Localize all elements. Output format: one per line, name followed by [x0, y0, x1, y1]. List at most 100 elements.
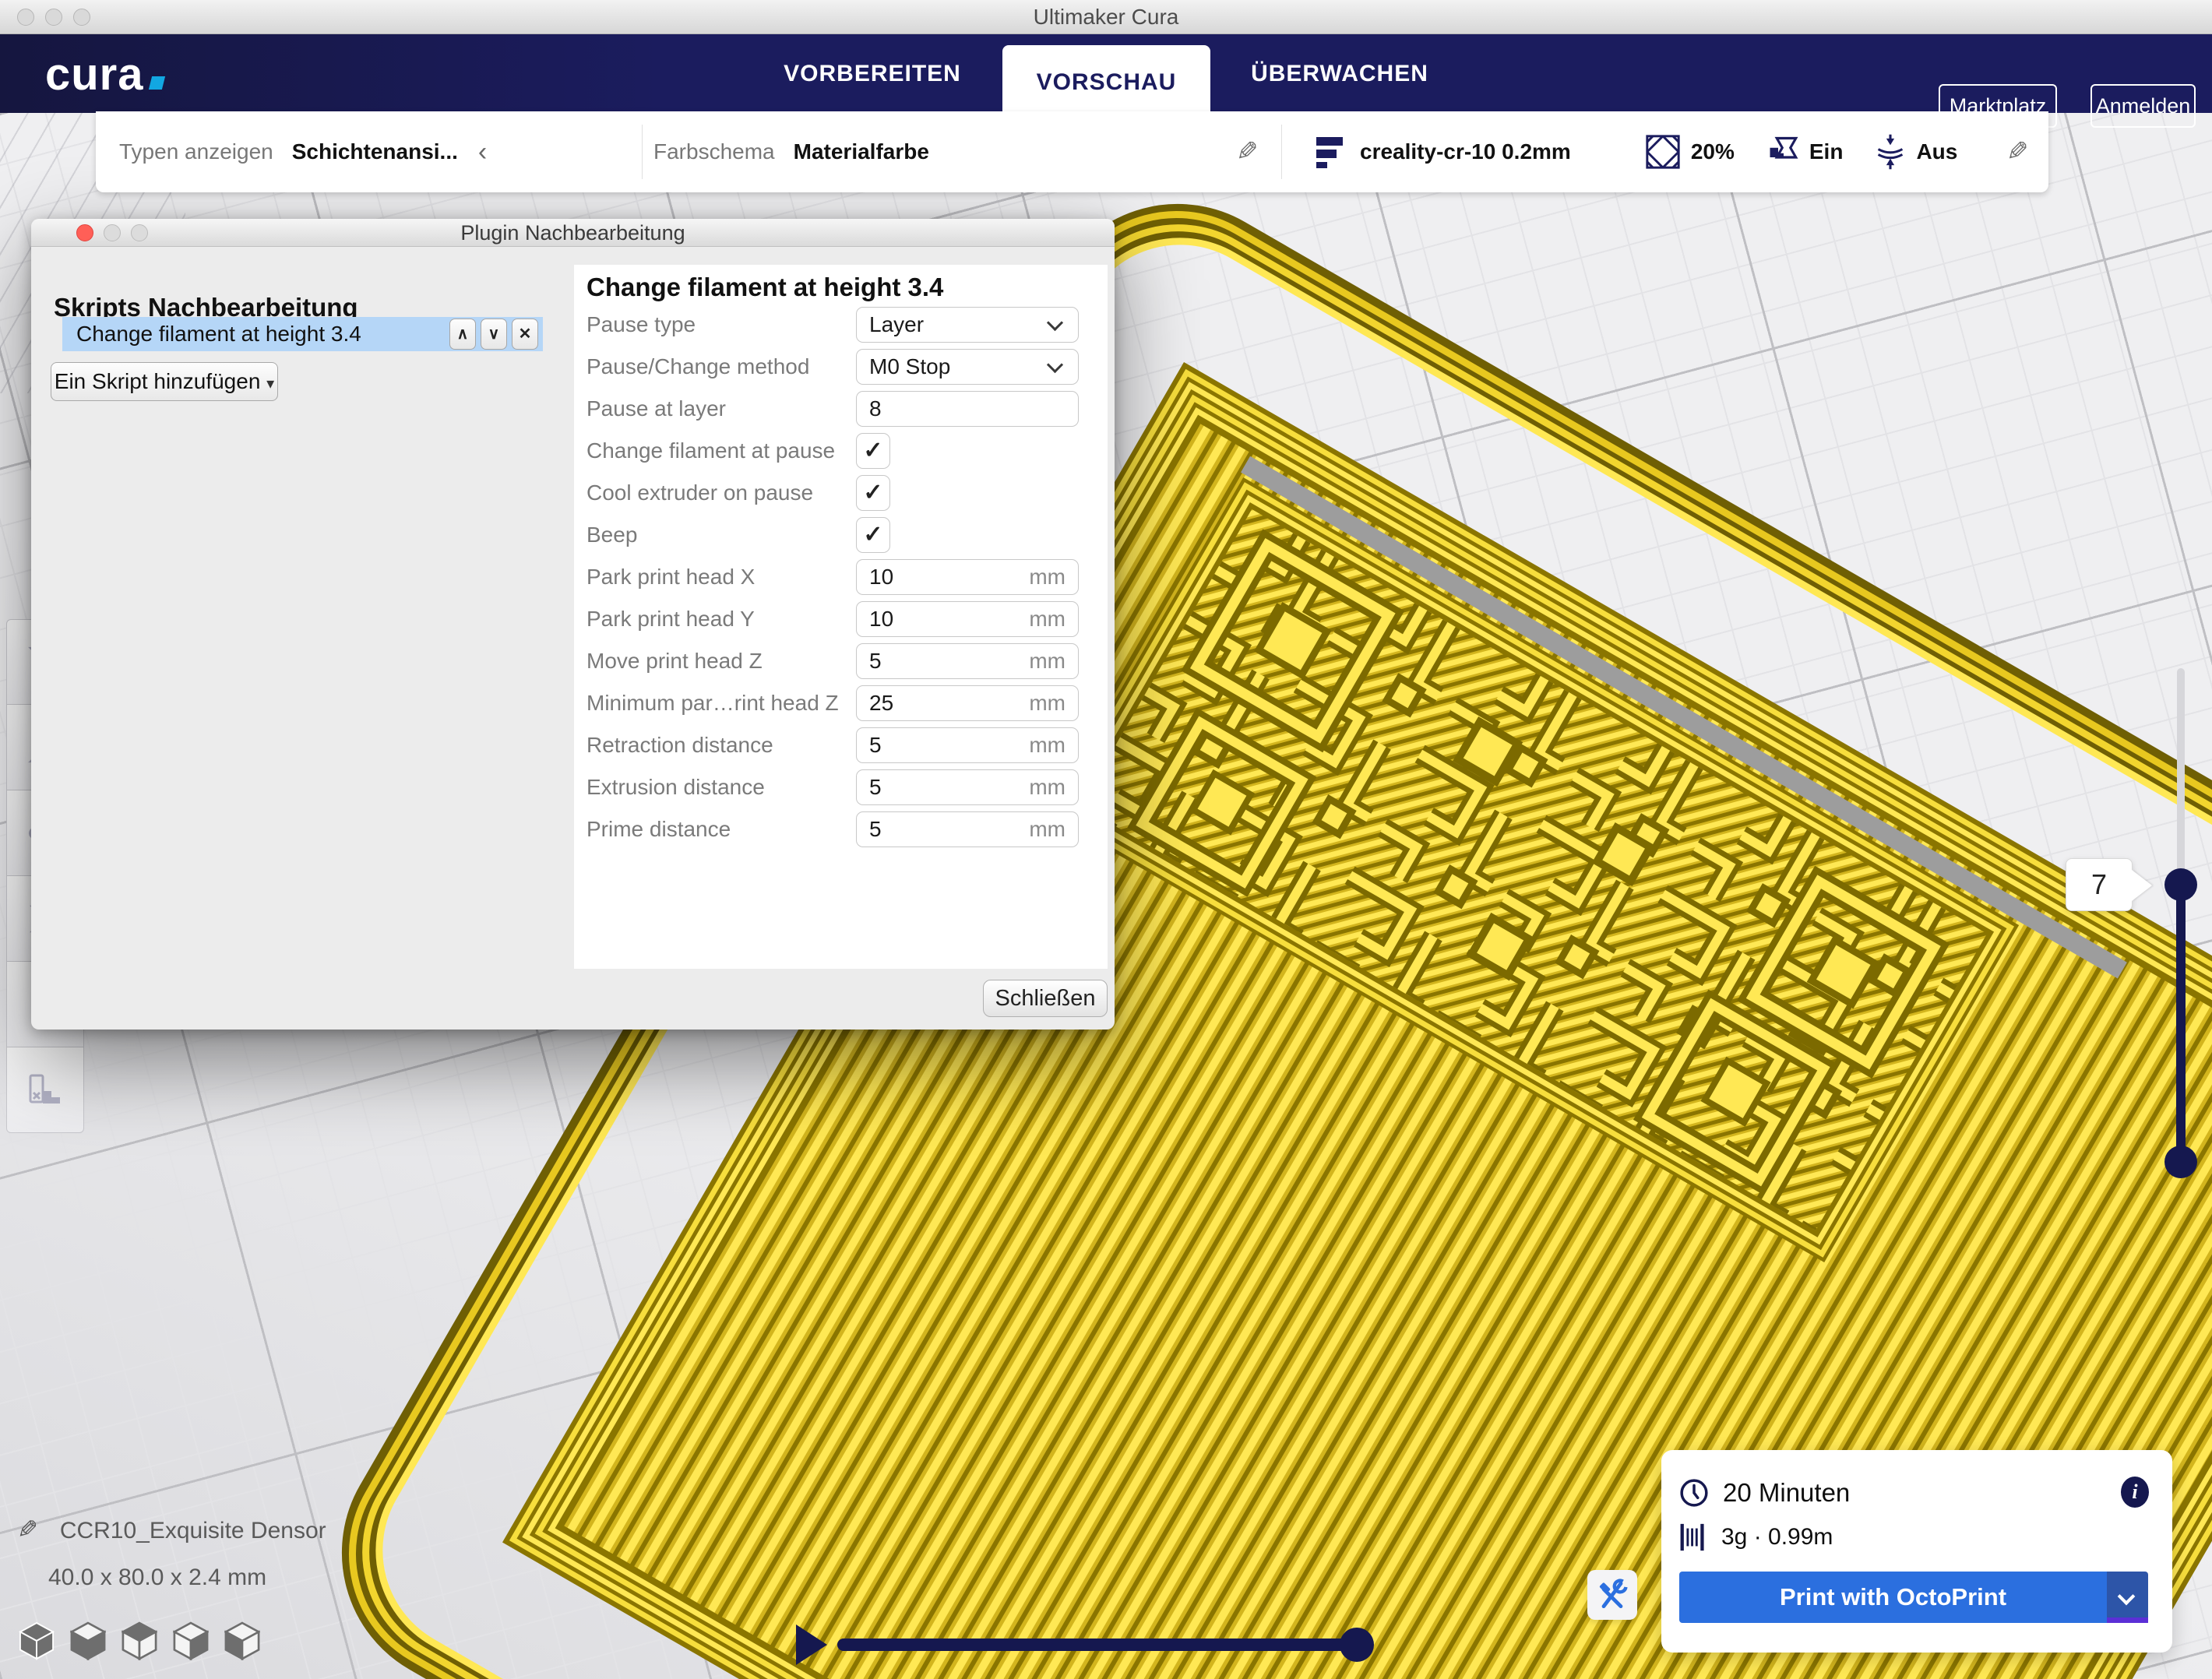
- script-list-item-selected[interactable]: Change filament at height 3.4 ∧ ∨ ✕: [62, 317, 543, 351]
- field-label: Pause at layer: [586, 396, 856, 421]
- print-options-dropdown[interactable]: [2107, 1572, 2148, 1623]
- layer-number-tooltip: 7: [2066, 858, 2133, 911]
- view-top-icon[interactable]: [122, 1621, 157, 1660]
- field-label: Change filament at pause: [586, 438, 856, 463]
- field-value: 5: [869, 770, 882, 804]
- form-row: Park print head Y10mm: [586, 601, 1093, 637]
- tab-prepare[interactable]: VORBEREITEN: [779, 34, 966, 113]
- field-value: 5: [869, 728, 882, 762]
- move-script-up-button[interactable]: ∧: [449, 319, 476, 350]
- number-input[interactable]: 10mm: [856, 559, 1079, 595]
- view-front-icon[interactable]: [70, 1621, 106, 1660]
- dropdown-select[interactable]: Layer: [856, 307, 1079, 343]
- number-input[interactable]: 10mm: [856, 601, 1079, 637]
- dialog-titlebar[interactable]: Plugin Nachbearbeitung: [31, 219, 1115, 247]
- main-header: cura VORBEREITEN VORSCHAU ÜBERWACHEN Mar…: [0, 34, 2212, 113]
- edit-view-pencil-icon[interactable]: ✎: [1236, 136, 1259, 167]
- edit-print-settings-pencil-icon[interactable]: ✎: [2006, 136, 2029, 167]
- number-input[interactable]: 8: [856, 391, 1079, 427]
- script-name: Change filament at height 3.4: [76, 322, 449, 347]
- checkbox[interactable]: ✓: [856, 433, 890, 469]
- per-model-settings-icon: [24, 1069, 66, 1111]
- layers-icon: [1316, 134, 1346, 170]
- field-value: 25: [869, 686, 893, 720]
- print-time-estimate: 20 Minuten: [1723, 1478, 1850, 1508]
- hammer-wrench-icon: [1595, 1578, 1629, 1612]
- view-toolbar: Typen anzeigen Schichtenansi... ‹ Farbsc…: [96, 111, 2048, 192]
- color-scheme-value: Materialfarbe: [794, 139, 929, 164]
- script-settings-heading: Change filament at height 3.4: [586, 273, 943, 302]
- color-scheme-label: Farbschema: [653, 139, 775, 164]
- form-row: Pause at layer8: [586, 391, 1093, 427]
- support-value: Ein: [1809, 139, 1844, 164]
- unit-label: mm: [1029, 770, 1065, 804]
- app-window: Ultimaker Cura cura VORBEREITEN VORSCHAU…: [0, 0, 2212, 1679]
- object-info: ✎ CCR10_Exquisite Densor 40.0 x 80.0 x 2.…: [17, 1515, 326, 1591]
- move-script-down-button[interactable]: ∨: [481, 319, 507, 350]
- path-slider-handle[interactable]: [1340, 1628, 1374, 1662]
- print-button[interactable]: Print with OctoPrint: [1679, 1572, 2107, 1623]
- object-name: CCR10_Exquisite Densor: [60, 1518, 326, 1543]
- chevron-down-icon: [1047, 315, 1063, 331]
- field-label: Prime distance: [586, 817, 856, 842]
- rename-object-pencil-icon[interactable]: ✎: [17, 1515, 38, 1544]
- layer-slider-lower-handle[interactable]: [2164, 1146, 2197, 1178]
- view-type-selector[interactable]: Typen anzeigen Schichtenansi... ‹: [96, 111, 642, 192]
- chevron-down-icon: [2118, 1588, 2136, 1606]
- checkbox[interactable]: ✓: [856, 517, 890, 553]
- printer-profile-value: creality-cr-10 0.2mm: [1360, 139, 1571, 164]
- clock-icon: [1679, 1478, 1709, 1508]
- unit-label: mm: [1029, 602, 1065, 636]
- field-label: Pause/Change method: [586, 354, 856, 379]
- view-left-icon[interactable]: [173, 1621, 209, 1660]
- layer-slider-range[interactable]: [2176, 885, 2186, 1162]
- tooltip-arrow: [2132, 870, 2152, 901]
- form-row: Extrusion distance5mm: [586, 769, 1093, 805]
- tab-preview[interactable]: VORSCHAU: [1002, 45, 1210, 120]
- form-row: Prime distance5mm: [586, 811, 1093, 847]
- signin-button[interactable]: Anmelden: [2090, 84, 2196, 128]
- number-input[interactable]: 5 mm: [856, 769, 1079, 805]
- number-input[interactable]: 5mm: [856, 643, 1079, 679]
- form-row: Minimum par…rint head Z25mm: [586, 685, 1093, 721]
- view-3d-icon[interactable]: [19, 1621, 55, 1660]
- info-icon[interactable]: i: [2121, 1477, 2149, 1508]
- infill-icon: [1646, 135, 1680, 169]
- number-input[interactable]: 25mm: [856, 685, 1079, 721]
- field-label: Park print head X: [586, 565, 856, 590]
- number-input[interactable]: 5 mm: [856, 727, 1079, 763]
- unit-label: mm: [1029, 728, 1065, 762]
- field-value: 5: [869, 644, 882, 678]
- unit-label: mm: [1029, 812, 1065, 847]
- form-row: Pause typeLayer: [586, 307, 1093, 343]
- print-button-accent: [2107, 1617, 2148, 1623]
- view-type-label: Typen anzeigen: [119, 139, 273, 164]
- field-value: 10: [869, 560, 893, 594]
- checkbox[interactable]: ✓: [856, 475, 890, 511]
- field-label: Park print head Y: [586, 607, 856, 632]
- form-row: Pause/Change method M0 Stop: [586, 349, 1093, 385]
- script-settings-panel: Change filament at height 3.4 Pause type…: [574, 265, 1108, 969]
- form-row: Beep✓: [586, 517, 1093, 553]
- print-settings-summary[interactable]: creality-cr-10 0.2mm 20% Ein Aus ✎: [1282, 111, 2048, 192]
- remove-script-button[interactable]: ✕: [512, 319, 538, 350]
- number-input[interactable]: 5mm: [856, 811, 1079, 847]
- play-preview-button[interactable]: [796, 1624, 827, 1665]
- path-slider[interactable]: [837, 1639, 1358, 1651]
- adhesion-value: Aus: [1916, 139, 1957, 164]
- close-dialog-button[interactable]: Schließen: [983, 980, 1108, 1017]
- tool-per-model-settings-button[interactable]: [6, 1047, 84, 1133]
- tab-monitor[interactable]: ÜBERWACHEN: [1246, 34, 1433, 113]
- collapse-chevron-icon[interactable]: ‹: [478, 137, 487, 167]
- infill-value: 20%: [1691, 139, 1735, 164]
- field-value: M0 Stop: [869, 350, 950, 384]
- add-script-button[interactable]: Ein Skript hinzufügen ▾: [51, 362, 278, 401]
- form-row: Retraction distance5mm: [586, 727, 1093, 763]
- color-scheme-selector[interactable]: Farbschema Materialfarbe ✎: [643, 111, 1281, 192]
- view-right-icon[interactable]: [224, 1621, 260, 1660]
- adjust-settings-button[interactable]: [1587, 1570, 1637, 1620]
- object-dimensions: 40.0 x 80.0 x 2.4 mm: [48, 1565, 326, 1591]
- layer-slider-upper-handle[interactable]: [2164, 868, 2197, 901]
- dropdown-select[interactable]: M0 Stop: [856, 349, 1079, 385]
- dialog-title: Plugin Nachbearbeitung: [31, 219, 1115, 247]
